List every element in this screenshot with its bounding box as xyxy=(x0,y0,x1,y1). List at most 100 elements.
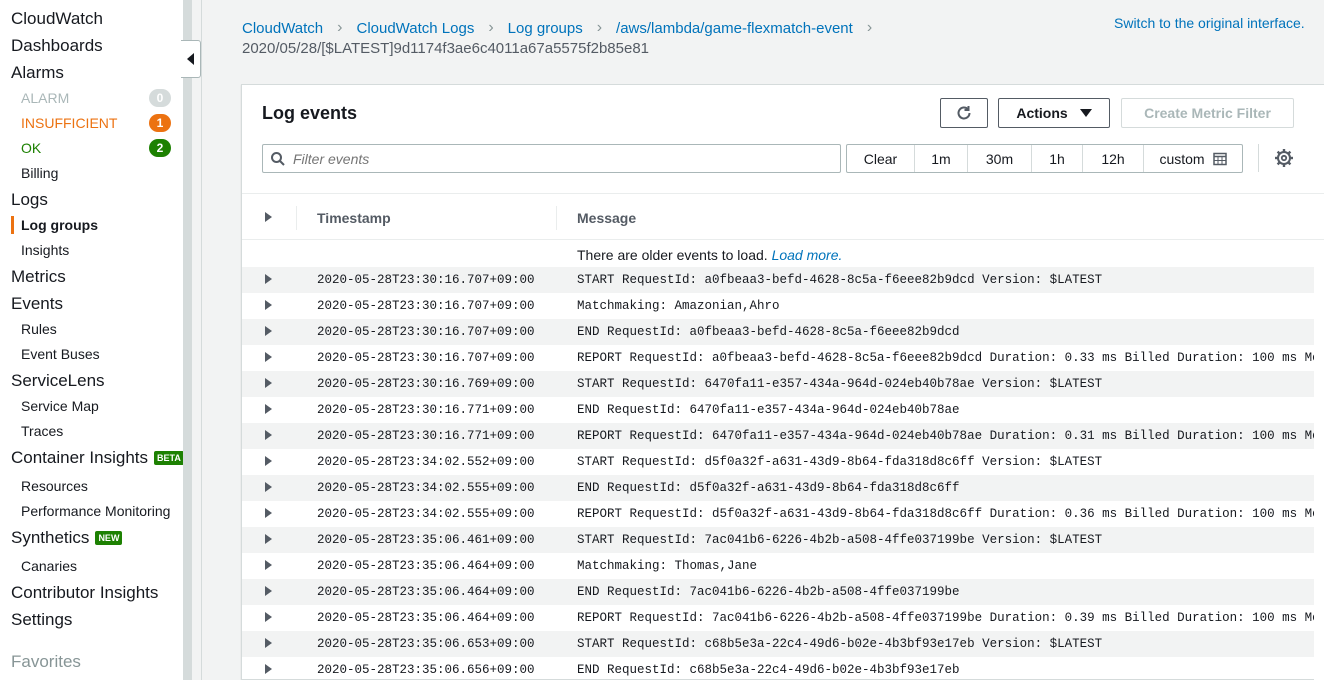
nav-canaries[interactable]: Canaries xyxy=(21,556,77,576)
expand-row-icon[interactable] xyxy=(265,326,272,336)
row-message: REPORT RequestId: a0fbeaa3-befd-4628-8c5… xyxy=(577,351,1314,365)
nav-metrics[interactable]: Metrics xyxy=(11,266,66,288)
expand-row-icon[interactable] xyxy=(265,482,272,492)
expand-row-icon[interactable] xyxy=(265,508,272,518)
nav-synthetics[interactable]: Synthetics NEW xyxy=(11,527,123,549)
table-row[interactable]: 2020-05-28T23:35:06.461+09:00 START Reque… xyxy=(242,527,1314,553)
nav-service-map[interactable]: Service Map xyxy=(21,396,99,416)
table-row[interactable]: 2020-05-28T23:30:16.769+09:00 START Reque… xyxy=(242,371,1314,397)
nav-logs[interactable]: Logs xyxy=(11,189,48,211)
expand-row-icon[interactable] xyxy=(265,586,272,596)
settings-divider xyxy=(1258,144,1259,172)
switch-interface-link[interactable]: Switch to the original interface. xyxy=(1114,15,1305,31)
actions-button[interactable]: Actions xyxy=(998,98,1110,128)
chevron-right-icon: › xyxy=(488,19,494,36)
table-row[interactable]: 2020-05-28T23:30:16.707+09:00 END Request… xyxy=(242,319,1314,345)
nav-favorites[interactable]: Favorites xyxy=(11,651,81,673)
nav-cloudwatch[interactable]: CloudWatch xyxy=(11,8,103,30)
collapse-sidebar-button[interactable] xyxy=(181,40,201,78)
column-header-timestamp[interactable]: Timestamp xyxy=(317,210,391,226)
expand-row-icon[interactable] xyxy=(265,274,272,284)
calendar-icon xyxy=(1212,152,1227,165)
time-custom-button[interactable]: custom xyxy=(1144,145,1242,172)
table-row[interactable]: 2020-05-28T23:30:16.771+09:00 END Request… xyxy=(242,397,1314,423)
expand-row-icon[interactable] xyxy=(265,430,272,440)
table-row[interactable]: 2020-05-28T23:34:02.555+09:00 END Request… xyxy=(242,475,1314,501)
expand-row-icon[interactable] xyxy=(265,664,272,674)
expand-all-icon[interactable] xyxy=(265,212,272,222)
row-message: REPORT RequestId: d5f0a32f-a631-43d9-8b6… xyxy=(577,507,1314,521)
table-row[interactable]: 2020-05-28T23:30:16.771+09:00 REPORT Requ… xyxy=(242,423,1314,449)
table-row[interactable]: 2020-05-28T23:30:16.707+09:00 Matchmaking… xyxy=(242,293,1314,319)
row-timestamp: 2020-05-28T23:30:16.707+09:00 xyxy=(317,351,535,365)
time-12h-button[interactable]: 12h xyxy=(1083,145,1144,172)
row-message: END RequestId: a0fbeaa3-befd-4628-8c5a-f… xyxy=(577,325,960,339)
nav-events[interactable]: Events xyxy=(11,293,63,315)
breadcrumb-log-group[interactable]: /aws/lambda/game-flexmatch-event xyxy=(616,20,853,37)
nav-servicelens[interactable]: ServiceLens xyxy=(11,370,105,392)
load-more-link[interactable]: Load more. xyxy=(772,247,843,263)
log-events-list: 2020-05-28T23:30:16.707+09:00 START Reque… xyxy=(242,267,1314,680)
nav-alarm-state-ok[interactable]: OK 2 xyxy=(21,138,171,158)
alarm-count-badge: 1 xyxy=(149,114,171,132)
chevron-right-icon: › xyxy=(337,19,343,36)
time-1h-button[interactable]: 1h xyxy=(1032,145,1083,172)
breadcrumb-cloudwatch-logs[interactable]: CloudWatch Logs xyxy=(356,20,474,37)
scrollbar-track[interactable] xyxy=(1314,240,1324,680)
nav-alarm-state-insufficient[interactable]: INSUFFICIENT 1 xyxy=(21,113,171,133)
nav-dashboards[interactable]: Dashboards xyxy=(11,35,103,57)
row-timestamp: 2020-05-28T23:35:06.464+09:00 xyxy=(317,559,535,573)
nav-container-insights[interactable]: Container Insights BETA xyxy=(11,447,183,469)
table-row[interactable]: 2020-05-28T23:30:16.707+09:00 START Reque… xyxy=(242,267,1314,293)
custom-label: custom xyxy=(1159,150,1205,167)
time-30m-button[interactable]: 30m xyxy=(968,145,1032,172)
table-row[interactable]: 2020-05-28T23:35:06.464+09:00 Matchmaking… xyxy=(242,553,1314,579)
create-metric-filter-button[interactable]: Create Metric Filter xyxy=(1121,98,1294,128)
time-1m-button[interactable]: 1m xyxy=(915,145,968,172)
nav-alarm-state-alarm[interactable]: ALARM 0 xyxy=(21,88,171,108)
table-row[interactable]: 2020-05-28T23:35:06.653+09:00 START Reque… xyxy=(242,631,1314,657)
older-events-notice: There are older events to load. Load mor… xyxy=(577,247,842,263)
expand-row-icon[interactable] xyxy=(265,638,272,648)
expand-row-icon[interactable] xyxy=(265,378,272,388)
nav-log-groups[interactable]: Log groups xyxy=(21,215,98,235)
nav-billing[interactable]: Billing xyxy=(21,163,58,183)
alarm-state-label: OK xyxy=(21,140,42,156)
gear-icon[interactable] xyxy=(1274,148,1294,168)
alarm-count-badge: 2 xyxy=(149,139,171,157)
row-timestamp: 2020-05-28T23:30:16.707+09:00 xyxy=(317,299,535,313)
expand-row-icon[interactable] xyxy=(265,456,272,466)
breadcrumb-log-groups[interactable]: Log groups xyxy=(508,20,583,37)
synthetics-label: Synthetics xyxy=(11,528,90,547)
expand-row-icon[interactable] xyxy=(265,352,272,362)
nav-alarms[interactable]: Alarms xyxy=(11,62,64,84)
table-row[interactable]: 2020-05-28T23:34:02.552+09:00 START Reque… xyxy=(242,449,1314,475)
expand-row-icon[interactable] xyxy=(265,404,272,414)
expand-row-icon[interactable] xyxy=(265,534,272,544)
table-row[interactable]: 2020-05-28T23:35:06.656+09:00 END Request… xyxy=(242,657,1314,680)
nav-resources[interactable]: Resources xyxy=(21,476,88,496)
nav-insights[interactable]: Insights xyxy=(21,240,69,260)
table-row[interactable]: 2020-05-28T23:34:02.555+09:00 REPORT Requ… xyxy=(242,501,1314,527)
nav-rules[interactable]: Rules xyxy=(21,319,57,339)
nav-contributor-insights[interactable]: Contributor Insights xyxy=(11,582,158,604)
refresh-button[interactable] xyxy=(940,98,988,128)
filter-events-field[interactable] xyxy=(262,144,841,173)
time-clear-button[interactable]: Clear xyxy=(847,145,915,172)
row-timestamp: 2020-05-28T23:34:02.555+09:00 xyxy=(317,507,535,521)
table-row[interactable]: 2020-05-28T23:30:16.707+09:00 REPORT Requ… xyxy=(242,345,1314,371)
nav-settings[interactable]: Settings xyxy=(11,609,72,631)
breadcrumb-cloudwatch[interactable]: CloudWatch xyxy=(242,20,323,37)
filter-events-input[interactable] xyxy=(293,150,813,167)
row-message: START RequestId: 6470fa11-e357-434a-964d… xyxy=(577,377,1103,391)
table-row[interactable]: 2020-05-28T23:35:06.464+09:00 END Request… xyxy=(242,579,1314,605)
column-header-message[interactable]: Message xyxy=(577,210,636,226)
nav-traces[interactable]: Traces xyxy=(21,421,63,441)
table-row[interactable]: 2020-05-28T23:35:06.464+09:00 REPORT Requ… xyxy=(242,605,1314,631)
nav-performance-monitoring[interactable]: Performance Monitoring xyxy=(21,501,170,521)
sidebar-border xyxy=(183,0,192,680)
expand-row-icon[interactable] xyxy=(265,560,272,570)
expand-row-icon[interactable] xyxy=(265,300,272,310)
nav-event-buses[interactable]: Event Buses xyxy=(21,344,100,364)
expand-row-icon[interactable] xyxy=(265,612,272,622)
